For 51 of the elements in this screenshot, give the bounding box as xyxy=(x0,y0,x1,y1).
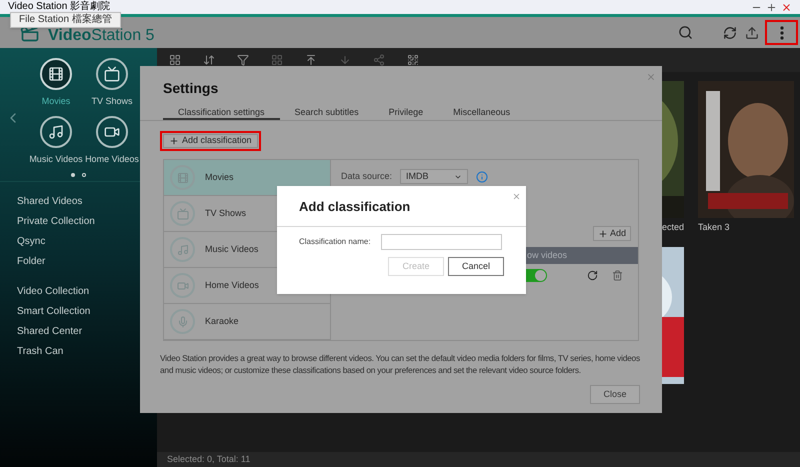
upload-icon[interactable] xyxy=(305,54,317,66)
app-logo: VideoStation 5 xyxy=(48,28,154,44)
plus-icon xyxy=(598,228,608,238)
music-note-icon xyxy=(170,237,195,262)
close-icon[interactable] xyxy=(781,2,792,12)
microphone-icon xyxy=(170,309,195,334)
cancel-button[interactable]: Cancel xyxy=(448,257,504,276)
description-text: Video Station provides a great way to browse different videos. You can set the default video media folders for films, TV series, home videos and music videos; or customize these classifications based on your preferences and set the relevant video source folders. xyxy=(160,352,641,376)
settings-tab[interactable]: Miscellaneous xyxy=(438,107,526,120)
classification-name-field[interactable] xyxy=(380,234,502,250)
field-label: Data source: xyxy=(341,170,392,183)
video-camera-icon xyxy=(170,273,195,298)
search-icon[interactable] xyxy=(678,25,693,40)
trash-icon[interactable] xyxy=(612,270,623,280)
sort-icon[interactable] xyxy=(203,54,215,66)
filter-icon[interactable] xyxy=(237,54,249,66)
film-icon xyxy=(40,58,72,90)
add-folder-button[interactable]: Add xyxy=(592,226,631,241)
tv-icon xyxy=(170,201,195,226)
close-icon[interactable] xyxy=(512,192,521,201)
more-icon xyxy=(780,26,784,40)
plus-icon xyxy=(169,136,179,146)
film-icon xyxy=(170,165,195,190)
tooltip: File Station 檔案總管 xyxy=(10,12,121,28)
status-text: Selected: 0, Total: 11 xyxy=(167,452,250,466)
refresh-icon[interactable] xyxy=(723,26,737,40)
poster-caption: Taken 3 xyxy=(698,221,730,234)
video-camera-icon xyxy=(96,116,128,148)
classification-item[interactable]: Movies xyxy=(164,160,330,196)
music-note-icon xyxy=(40,116,72,148)
poster-caption: ected xyxy=(662,221,684,234)
settings-tab[interactable]: Privilege xyxy=(374,107,438,120)
maximize-icon[interactable] xyxy=(766,2,777,12)
qr-code-icon[interactable] xyxy=(407,54,419,66)
settings-tab[interactable]: Classification settings xyxy=(163,107,280,120)
settings-tab[interactable]: Search subtitles xyxy=(280,107,374,120)
close-button[interactable]: Close xyxy=(590,385,640,404)
app-tab[interactable]: Home Videos xyxy=(85,152,139,166)
grid-view-icon[interactable] xyxy=(169,54,181,66)
add-classification-button[interactable]: Add classification xyxy=(163,134,258,148)
app-tab[interactable]: Music Videos xyxy=(29,152,83,166)
upload-icon[interactable] xyxy=(745,26,759,40)
window-title: Video Station 影音劇院 xyxy=(8,2,110,12)
data-source-select[interactable]: IMDB xyxy=(400,169,468,184)
column-header: ow videos xyxy=(527,248,568,262)
tv-icon xyxy=(96,58,128,90)
refresh-icon[interactable] xyxy=(587,270,598,280)
app-tab[interactable]: TV Shows xyxy=(91,95,132,108)
more-button[interactable] xyxy=(765,20,798,45)
dialog-title: Settings xyxy=(163,79,220,98)
app-tab[interactable]: Movies xyxy=(42,95,70,108)
